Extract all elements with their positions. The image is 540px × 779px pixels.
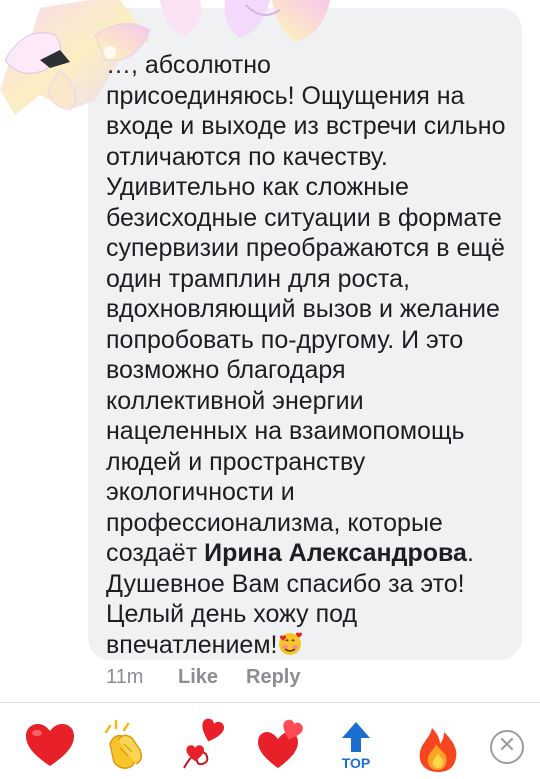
clapping-hands-icon[interactable] — [96, 718, 152, 774]
like-button[interactable]: Like — [178, 666, 218, 689]
comment-timestamp: 11m — [106, 666, 144, 688]
comment-line1: …, абсолютно — [106, 51, 271, 79]
heart-on-string-icon[interactable] — [176, 718, 232, 774]
close-icon[interactable]: ✕ — [490, 730, 524, 764]
top-label: TOP — [342, 755, 371, 771]
fire-icon[interactable] — [410, 718, 466, 774]
reply-button[interactable]: Reply — [246, 666, 300, 689]
top-button[interactable]: TOP — [336, 718, 376, 774]
red-heart-icon[interactable] — [22, 718, 78, 774]
comment-body: присоединяюсь! Ощущения на входе и выход… — [106, 81, 506, 568]
comment-text: …, абсолютно присоединяюсь! Ощущения на в… — [106, 50, 506, 660]
two-hearts-icon[interactable] — [254, 718, 310, 774]
mention-link[interactable]: Ирина Александрова — [204, 539, 467, 567]
top-arrow-icon: TOP — [342, 722, 371, 771]
divider — [0, 702, 540, 703]
smiling-face-with-hearts-icon — [279, 632, 303, 655]
